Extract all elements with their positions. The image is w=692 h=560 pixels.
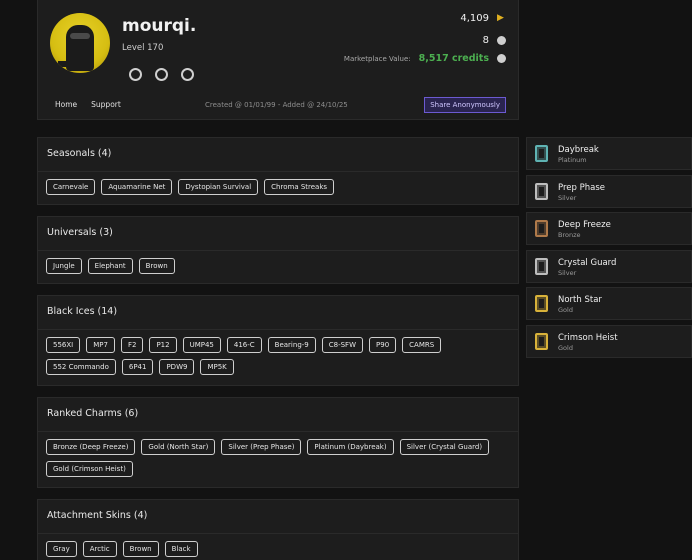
credit-coin-icon <box>497 54 506 63</box>
skin-chip[interactable]: 552 Commando <box>46 359 116 375</box>
chip-list: Carnevale Aquamarine Net Dystopian Survi… <box>38 172 518 195</box>
skin-chip[interactable]: Gold (North Star) <box>141 439 216 455</box>
marketplace-label: Marketplace Value: <box>343 54 411 63</box>
charm-rank: Silver <box>558 268 577 277</box>
charm-badge-icon <box>535 257 548 275</box>
skin-chip[interactable]: Bronze (Deep Freeze) <box>46 439 136 455</box>
charm-badge-icon <box>535 220 548 237</box>
charm-name: North Star <box>558 295 602 305</box>
nav-support-link[interactable]: Support <box>91 100 121 109</box>
charm-name: Prep Phase <box>558 182 605 193</box>
section-title: Black Ices (14) <box>38 296 518 330</box>
section-seasonals: Seasonals (4) Carnevale Aquamarine Net D… <box>37 137 519 205</box>
skin-chip[interactable]: UMP45 <box>182 337 221 353</box>
renown-icon: ▶ <box>497 13 504 23</box>
level-label: Level 170 <box>122 43 164 53</box>
skin-chip[interactable]: Platinum (Daybreak) <box>307 439 394 455</box>
charm-rank: Bronze <box>558 231 581 239</box>
section-attachment-skins: Attachment Skins (4) Gray Arctic Brown B… <box>37 499 519 560</box>
charm-rank: Gold <box>558 306 573 314</box>
charm-item[interactable]: Crimson Heist Gold <box>526 324 692 358</box>
credit-coin-icon <box>497 36 506 45</box>
section-title: Attachment Skins (4) <box>38 500 518 534</box>
chip-list: Bronze (Deep Freeze) Gold (North Star) S… <box>38 432 518 477</box>
charm-item[interactable]: Daybreak Platinum <box>526 137 692 170</box>
platform-links <box>129 68 194 81</box>
credits-value: 8 <box>482 35 489 46</box>
charm-list: Daybreak Platinum Prep Phase Silver Deep… <box>526 137 692 362</box>
skin-chip[interactable]: Silver (Crystal Guard) <box>399 439 490 455</box>
skin-chip[interactable]: Carnevale <box>46 179 96 195</box>
skin-chip[interactable]: Arctic <box>82 541 117 557</box>
charm-rank: Gold <box>558 343 573 352</box>
charm-item[interactable]: Prep Phase Silver <box>526 174 692 208</box>
steam-icon[interactable] <box>181 68 194 81</box>
skin-chip[interactable]: CAMRS <box>402 337 442 353</box>
charm-badge-icon <box>535 332 548 350</box>
skin-chip[interactable]: MP5K <box>200 359 234 375</box>
charm-rank: Platinum <box>558 156 587 164</box>
skin-chip[interactable]: P12 <box>149 337 177 353</box>
skin-chip[interactable]: Chroma Streaks <box>264 179 335 195</box>
skin-chip[interactable]: Gold (Crimson Heist) <box>46 461 133 477</box>
skin-chip[interactable]: Brown <box>138 258 175 274</box>
section-title: Seasonals (4) <box>38 138 518 172</box>
section-black-ices: Black Ices (14) 556XI MP7 F2 P12 UMP45 4… <box>37 295 519 386</box>
charm-badge-icon <box>535 295 548 312</box>
chip-list: 556XI MP7 F2 P12 UMP45 416-C Bearing-9 C… <box>38 330 518 375</box>
share-anonymously-button[interactable]: Share Anonymously <box>424 97 506 113</box>
marketplace-value: Marketplace Value: 8,517 credits <box>344 53 506 64</box>
skin-chip[interactable]: 556XI <box>46 337 81 353</box>
charm-name: Deep Freeze <box>558 220 611 230</box>
skin-chip[interactable]: Silver (Prep Phase) <box>221 439 302 455</box>
credits-stat: 8 <box>483 35 506 46</box>
skin-chip[interactable]: 6P41 <box>121 359 154 375</box>
skin-chip[interactable]: Dystopian Survival <box>178 179 259 195</box>
skin-chip[interactable]: Bearing-9 <box>267 337 316 353</box>
skin-chip[interactable]: Elephant <box>87 258 133 274</box>
skin-chip[interactable]: P90 <box>369 337 397 353</box>
charm-item[interactable]: North Star Gold <box>526 287 692 320</box>
skin-chip[interactable]: Gray <box>46 541 77 557</box>
skin-chip[interactable]: Jungle <box>46 258 82 274</box>
charm-item[interactable]: Deep Freeze Bronze <box>526 212 692 245</box>
section-ranked-charms: Ranked Charms (6) Bronze (Deep Freeze) G… <box>37 397 519 488</box>
profile-nav: Home Support <box>55 100 121 109</box>
avatar <box>50 13 110 73</box>
charm-rank: Silver <box>558 193 577 202</box>
chip-list: Gray Arctic Brown Black <box>38 534 518 557</box>
marketplace-credits: 8,517 credits <box>418 53 489 64</box>
skin-chip[interactable]: F2 <box>120 337 144 353</box>
ubisoft-icon[interactable] <box>129 68 142 81</box>
charm-badge-icon <box>535 182 548 200</box>
skin-chip[interactable]: 416-C <box>226 337 262 353</box>
skin-chip[interactable]: Brown <box>122 541 159 557</box>
skin-chip[interactable]: Black <box>164 541 198 557</box>
nav-home-link[interactable]: Home <box>55 100 77 109</box>
section-universals: Universals (3) Jungle Elephant Brown <box>37 216 519 284</box>
skin-chip[interactable]: PDW9 <box>159 359 195 375</box>
chip-list: Jungle Elephant Brown <box>38 251 518 274</box>
charm-name: Crystal Guard <box>558 257 617 268</box>
charm-badge-icon <box>535 145 548 162</box>
section-title: Universals (3) <box>38 217 518 251</box>
charm-name: Crimson Heist <box>558 332 618 343</box>
charm-item[interactable]: Crystal Guard Silver <box>526 249 692 283</box>
skin-chip[interactable]: Aquamarine Net <box>101 179 173 195</box>
section-title: Ranked Charms (6) <box>38 398 518 432</box>
renown-stat: 4,109 ▶ <box>460 13 506 24</box>
profile-card: mourqi. Level 170 4,109 ▶ 8 Marketplace … <box>37 0 519 120</box>
skin-chip[interactable]: MP7 <box>86 337 115 353</box>
renown-value: 4,109 <box>460 13 489 24</box>
page: mourqi. Level 170 4,109 ▶ 8 Marketplace … <box>0 0 692 560</box>
xbox-icon[interactable] <box>155 68 168 81</box>
created-date: Created @ 01/01/99 - Added @ 24/10/25 <box>205 101 348 109</box>
charm-name: Daybreak <box>558 145 599 155</box>
username: mourqi. <box>122 16 197 36</box>
skin-chip[interactable]: C8-SFW <box>321 337 364 353</box>
